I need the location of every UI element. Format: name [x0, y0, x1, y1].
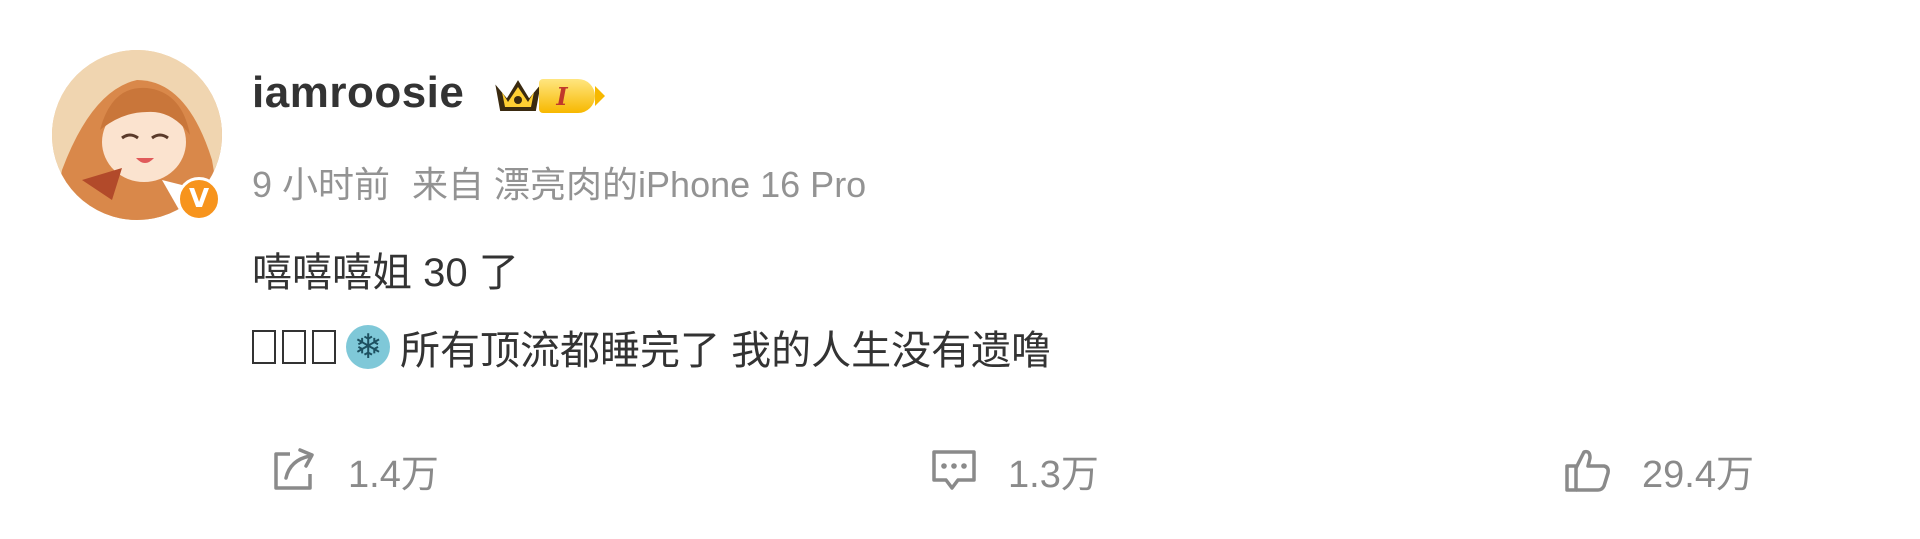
repost-button[interactable]: 1.4万 [268, 440, 439, 500]
like-button[interactable]: 29.4万 [1562, 440, 1754, 500]
repost-icon [274, 448, 314, 490]
comment-button[interactable]: 1.3万 [928, 440, 1099, 500]
avatar-container[interactable]: V [52, 50, 222, 221]
post-text-line1: 嘻嘻嘻姐 30 了 [252, 251, 519, 295]
missing-glyph [252, 330, 276, 364]
post-text-line2: ❄ 所有顶流都睡完了 我的人生没有遗噜 [252, 318, 1051, 376]
weibo-post: V iamroosie I 9 小时前 来自 漂亮肉的iPhone 16 Pro … [0, 0, 1920, 539]
missing-glyph [282, 330, 306, 364]
crown-icon [495, 80, 541, 111]
like-count: 29.4万 [1642, 453, 1754, 496]
comment-icon [932, 450, 976, 490]
post-source: 来自 漂亮肉的iPhone 16 Pro [412, 164, 867, 205]
post-text-line2-body: 所有顶流都睡完了 我的人生没有遗噜 [400, 329, 1052, 373]
post-time[interactable]: 9 小时前 [252, 164, 390, 205]
post-meta: 9 小时前 来自 漂亮肉的iPhone 16 Pro [252, 156, 866, 208]
verified-icon: V [177, 177, 221, 221]
username[interactable]: iamroosie [252, 68, 464, 118]
repost-count: 1.4万 [348, 453, 439, 496]
snowflake-emoji: ❄ [346, 325, 390, 369]
level-label: I [539, 79, 605, 113]
missing-glyph [312, 330, 336, 364]
like-icon [1565, 449, 1610, 492]
comment-count: 1.3万 [1008, 453, 1099, 496]
level-badge[interactable]: I [493, 72, 605, 120]
